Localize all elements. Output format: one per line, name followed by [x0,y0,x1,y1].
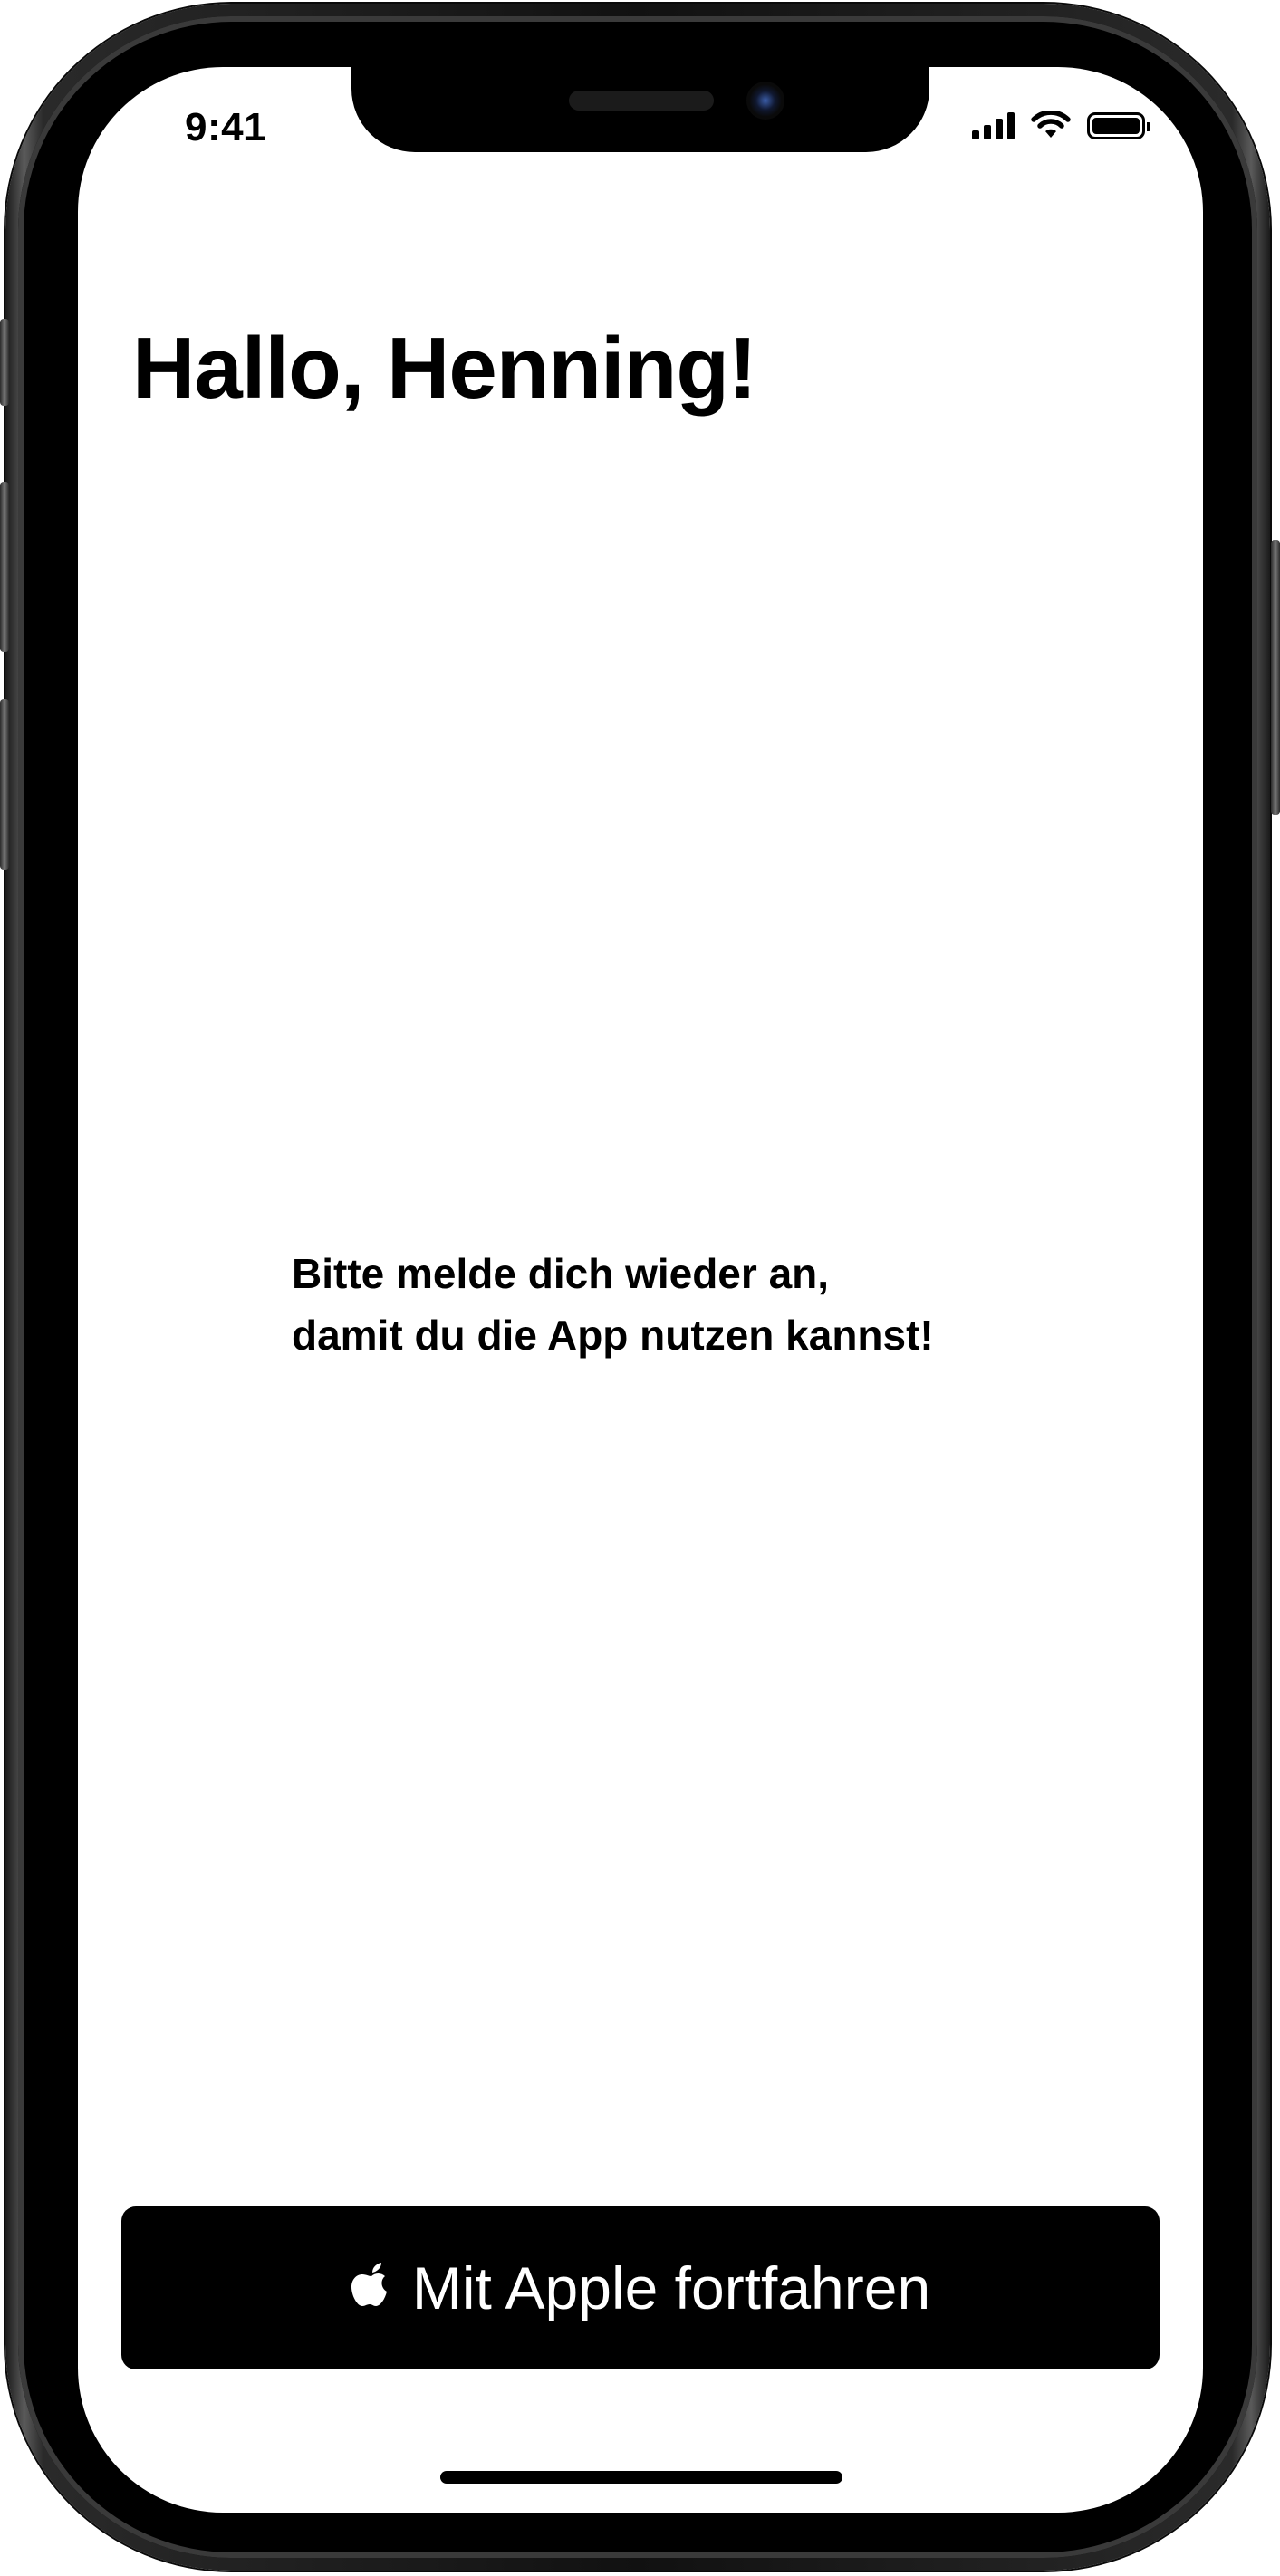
front-camera [746,82,784,120]
battery-icon [1087,112,1150,139]
message-line-1: Bitte melde dich wieder an, [292,1250,830,1297]
volume-down-button [0,699,9,870]
apple-logo-icon [351,2263,387,2306]
message-line-2: damit du die App nutzen kannst! [292,1312,934,1359]
home-indicator[interactable] [440,2471,842,2484]
mute-switch [0,319,9,406]
volume-up-button [0,482,9,652]
phone-screen: 9:41 Hallo, Henning! Bitte melde dich wi… [78,67,1203,2513]
sign-in-with-apple-button[interactable]: Mit Apple fortfahren [121,2206,1160,2369]
side-power-button [1271,540,1280,815]
relogin-message: Bitte melde dich wieder an, damit du die… [292,1243,1107,1366]
greeting-title: Hallo, Henning! [132,320,757,417]
sign-in-button-label: Mit Apple fortfahren [411,2254,931,2321]
cellular-signal-icon [972,111,1015,139]
earpiece-speaker [569,91,714,111]
status-bar-icons [972,111,1150,139]
wifi-icon [1031,111,1071,138]
status-bar-time: 9:41 [185,105,267,149]
